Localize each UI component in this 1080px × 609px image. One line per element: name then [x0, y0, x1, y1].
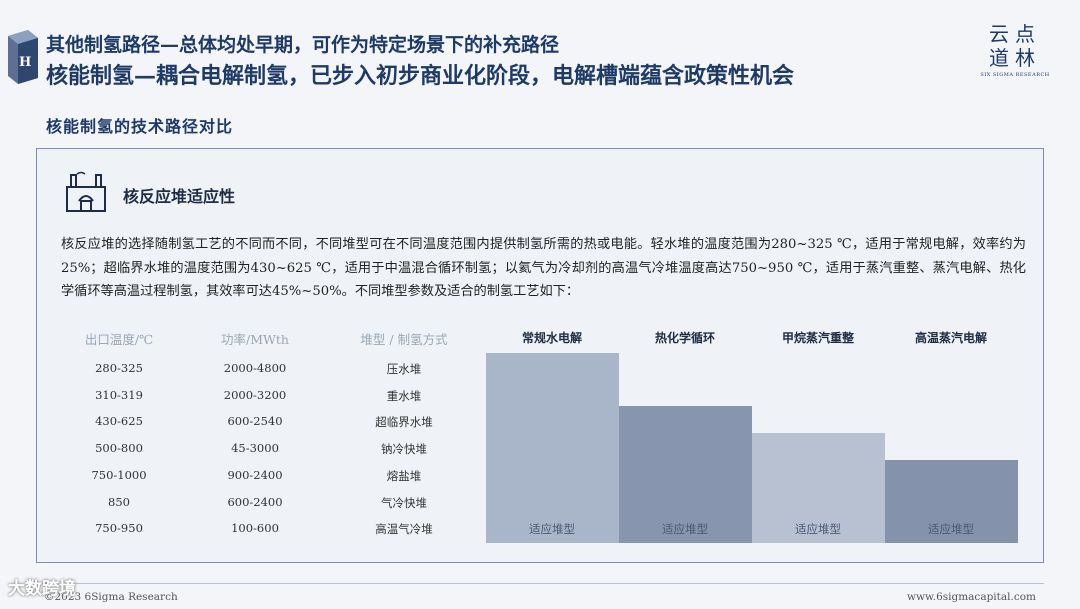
applicability-bar-conventional-electrolysis [486, 353, 619, 543]
bar-header-thermochemical-cycle: 热化学循环 [654, 331, 715, 345]
reactor-type-cell: 高温气冷堆 [375, 522, 433, 537]
power-cell: 2000-3200 [223, 387, 287, 402]
col-header-temperature: 出口温度/℃ [84, 332, 154, 347]
watermark-badge: 大数跨境 [8, 579, 76, 599]
reactor-type-cell: 熔盐堆 [386, 468, 422, 483]
temperature-cell: 430-625 [95, 414, 143, 429]
power-cell: 45-3000 [231, 441, 279, 456]
temperature-cell: 750-1000 [91, 467, 147, 482]
footer-divider [36, 583, 1044, 584]
reactor-type-cell: 气冷快堆 [381, 495, 427, 510]
power-cell: 2000-4800 [223, 361, 287, 375]
bar-label-3: 适应堆型 [928, 522, 974, 536]
logo-line2: 道林 [989, 46, 1041, 70]
logo-line3: SIX SIGMA RESEARCH [980, 72, 1050, 78]
col-header-power: 功率/MWth [221, 332, 289, 347]
logo-line1: 云点 [989, 22, 1041, 46]
bar-label-1: 适应堆型 [662, 522, 708, 536]
bar-label-2: 适应堆型 [795, 522, 841, 536]
bar-header-methane-steam-reforming: 甲烷蒸汽重整 [781, 331, 854, 345]
page-title-line2: 核能制氢—耦合电解制氢，已步入初步商业化阶段，电解槽端蕴含政策性机会 [46, 63, 795, 89]
section-title: 核反应堆适应性 [123, 187, 236, 206]
temperature-cell: 310-319 [95, 387, 143, 402]
company-logo: 云点 道林 SIX SIGMA RESEARCH [970, 22, 1060, 90]
hydrogen-cube-icon: H [6, 28, 40, 86]
temperature-cell: 750-950 [95, 521, 143, 536]
page-subtitle: 核能制氢的技术路径对比 [46, 117, 234, 136]
power-cell: 100-600 [231, 521, 279, 536]
power-cell: 600-2400 [227, 494, 283, 509]
reactor-type-cell: 超临界水堆 [375, 415, 433, 430]
reactor-type-cell: 钠冷快堆 [381, 442, 427, 457]
bar-header-conventional-electrolysis: 常规水电解 [521, 331, 582, 345]
section-description: 核反应堆的选择随制氢工艺的不同而不同，不同堆型可在不同温度范围内提供制氢所需的热… [61, 237, 1026, 299]
reactor-type-cell: 重水堆 [386, 388, 422, 403]
temperature-cell: 500-800 [95, 441, 143, 456]
content-panel: 核反应堆适应性 核反应堆的选择随制氢工艺的不同而不同，不同堆型可在不同温度范围内… [36, 148, 1044, 563]
power-cell: 600-2540 [227, 414, 283, 429]
bar-header-high-temp-steam-electrolysis: 高温蒸汽电解 [914, 331, 987, 345]
page-title-line1: 其他制氢路径—总体均处早期，可作为特定场景下的补充路径 [46, 34, 560, 56]
reactor-type-cell: 压水堆 [386, 362, 422, 376]
col-header-reactor-type: 堆型 / 制氢方式 [360, 332, 448, 347]
temperature-cell: 850 [108, 494, 130, 509]
power-cell: 900-2400 [227, 467, 283, 482]
svg-text:H: H [19, 55, 31, 70]
temperature-cell: 280-325 [95, 361, 143, 375]
bar-label-0: 适应堆型 [529, 522, 575, 536]
footer-website[interactable]: www.6sigmacapital.com [907, 591, 1036, 603]
factory-icon [63, 171, 109, 213]
